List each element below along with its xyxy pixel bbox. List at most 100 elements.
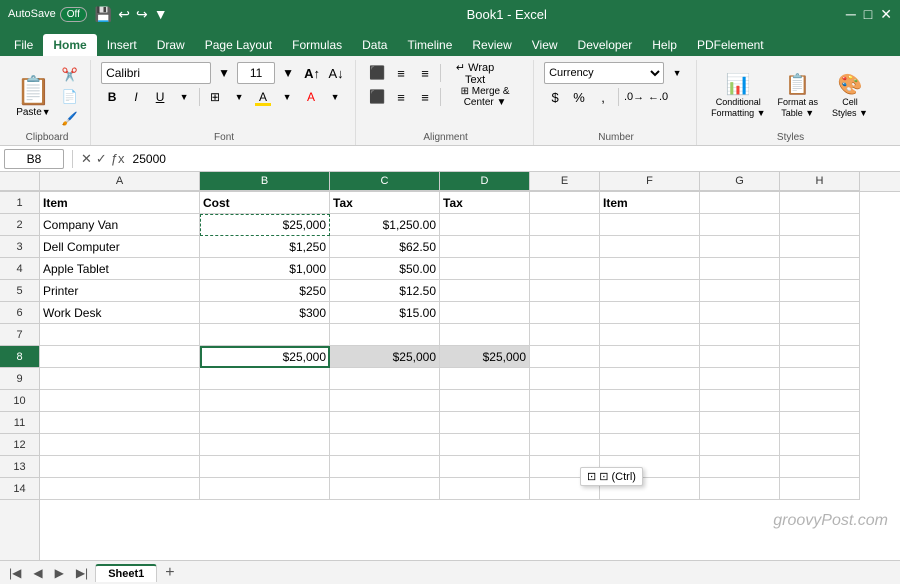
sheet-nav-next[interactable]: ▶ [50,564,69,582]
cell-h10[interactable] [780,390,860,412]
cell-b5[interactable]: $250 [200,280,330,302]
currency-button[interactable]: $ [544,86,566,108]
tab-insert[interactable]: Insert [97,34,147,56]
italic-button[interactable]: I [125,86,147,108]
row-header-1[interactable]: 1 [0,192,39,214]
cell-g8[interactable] [700,346,780,368]
cell-e5[interactable] [530,280,600,302]
cell-b1[interactable]: Cost [200,192,330,214]
cell-e7[interactable] [530,324,600,346]
cell-e1[interactable] [530,192,600,214]
font-name-input[interactable] [101,62,211,84]
cell-d3[interactable] [440,236,530,258]
col-header-d[interactable]: D [440,172,530,191]
tab-view[interactable]: View [522,34,568,56]
paste-button[interactable]: 📋 Paste ▼ [12,72,55,120]
sheet-nav-first[interactable]: |◀ [4,564,26,582]
cell-c8[interactable]: $25,000 [330,346,440,368]
cell-b4[interactable]: $1,000 [200,258,330,280]
cell-g9[interactable] [700,368,780,390]
col-header-h[interactable]: H [780,172,860,191]
cell-d8[interactable]: $25,000 [440,346,530,368]
cell-a6[interactable]: Work Desk [40,302,200,324]
align-center-button[interactable]: ≡ [390,86,412,108]
cell-f6[interactable] [600,302,700,324]
merge-center-button[interactable]: ⊞ Merge & Center ▼ [445,86,525,108]
font-size-dropdown[interactable]: ▼ [277,62,299,84]
paste-tooltip[interactable]: ⊡ ⊡ (Ctrl) [580,467,643,486]
cell-c5[interactable]: $12.50 [330,280,440,302]
cell-f1[interactable]: Item [600,192,700,214]
align-top-center-button[interactable]: ≡ [390,62,412,84]
cell-h9[interactable] [780,368,860,390]
cell-a1[interactable]: Item [40,192,200,214]
cell-d5[interactable] [440,280,530,302]
align-top-right-button[interactable]: ≡ [414,62,436,84]
conditional-formatting-button[interactable]: 📊 ConditionalFormatting ▼ [707,70,769,121]
cell-g6[interactable] [700,302,780,324]
underline-button[interactable]: U [149,86,171,108]
sheet-tab-1[interactable]: Sheet1 [95,564,157,582]
sheet-nav-prev[interactable]: ◀ [28,564,47,582]
cell-b6[interactable]: $300 [200,302,330,324]
cell-d6[interactable] [440,302,530,324]
cancel-formula-icon[interactable]: ✕ [81,151,92,167]
cell-a8[interactable] [40,346,200,368]
cell-g1[interactable] [700,192,780,214]
row-header-7[interactable]: 7 [0,324,39,346]
col-header-e[interactable]: E [530,172,600,191]
row-header-4[interactable]: 4 [0,258,39,280]
row-header-5[interactable]: 5 [0,280,39,302]
tab-page-layout[interactable]: Page Layout [195,34,282,56]
cell-styles-button[interactable]: 🎨 CellStyles ▼ [826,70,874,121]
cell-ref-input[interactable] [4,149,64,169]
tab-timeline[interactable]: Timeline [397,34,462,56]
fill-color-button[interactable]: A [252,86,274,108]
col-header-a[interactable]: A [40,172,200,191]
cell-h5[interactable] [780,280,860,302]
align-right-button[interactable]: ≡ [414,86,436,108]
cell-b3[interactable]: $1,250 [200,236,330,258]
bold-button[interactable]: B [101,86,123,108]
row-header-8[interactable]: 8 [0,346,39,368]
sheet-nav-last[interactable]: ▶| [71,564,93,582]
cell-c10[interactable] [330,390,440,412]
cell-b10[interactable] [200,390,330,412]
cell-a2[interactable]: Company Van [40,214,200,236]
copy-button[interactable]: 📄 [58,87,82,107]
select-all-button[interactable] [0,172,40,191]
cell-e9[interactable] [530,368,600,390]
cell-c2[interactable]: $1,250.00 [330,214,440,236]
close-icon[interactable]: ✕ [880,6,892,23]
font-name-dropdown[interactable]: ▼ [213,62,235,84]
cell-h1[interactable] [780,192,860,214]
confirm-formula-icon[interactable]: ✓ [96,151,107,167]
cell-h8[interactable] [780,346,860,368]
cell-c7[interactable] [330,324,440,346]
align-top-left-button[interactable]: ⬛ [366,62,388,84]
cell-f4[interactable] [600,258,700,280]
tab-developer[interactable]: Developer [568,34,643,56]
insert-function-icon[interactable]: ƒx [111,151,125,166]
col-header-f[interactable]: F [600,172,700,191]
tab-formulas[interactable]: Formulas [282,34,352,56]
cell-e8[interactable] [530,346,600,368]
comma-button[interactable]: , [592,86,614,108]
cell-h7[interactable] [780,324,860,346]
cell-g4[interactable] [700,258,780,280]
tab-file[interactable]: File [4,34,43,56]
col-header-b[interactable]: B [200,172,330,191]
row-header-11[interactable]: 11 [0,412,39,434]
more-icon[interactable]: ▼ [154,6,168,22]
cell-e2[interactable] [530,214,600,236]
cell-d1[interactable]: Tax [440,192,530,214]
row-header-9[interactable]: 9 [0,368,39,390]
borders-button[interactable]: ⊞ [204,86,226,108]
cell-a10[interactable] [40,390,200,412]
row-header-12[interactable]: 12 [0,434,39,456]
cell-g3[interactable] [700,236,780,258]
cell-h2[interactable] [780,214,860,236]
cell-e6[interactable] [530,302,600,324]
row-header-14[interactable]: 14 [0,478,39,500]
font-color-button[interactable]: A [300,86,322,108]
